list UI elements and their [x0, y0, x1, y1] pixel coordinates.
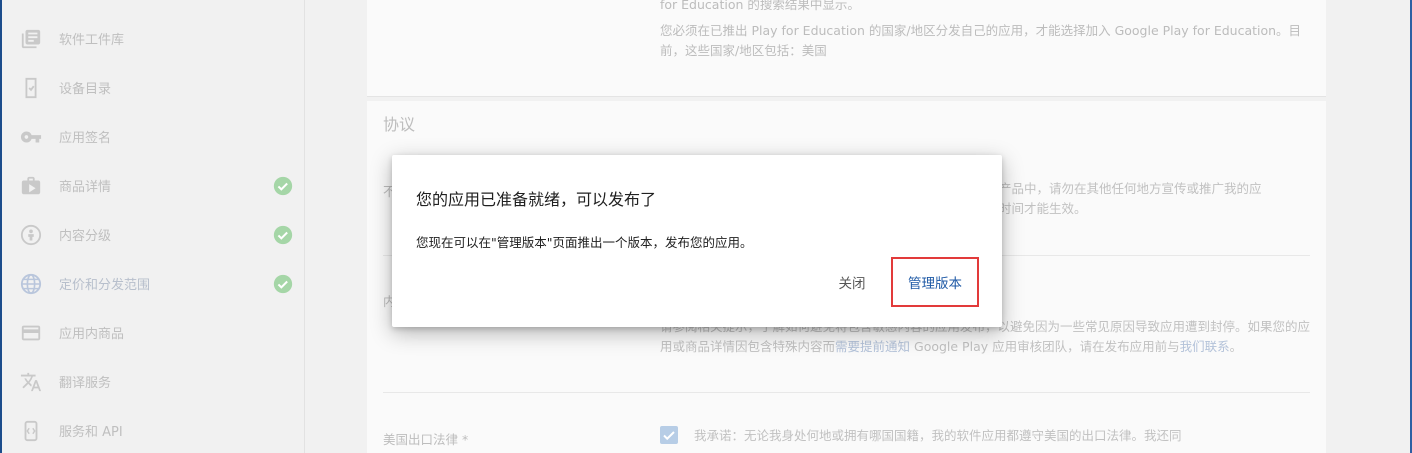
sidebar-item-content-rating[interactable]: 内容分级 — [0, 210, 304, 259]
education-text-2: 您必须在已推出 Play for Education 的国家/地区分发自己的应用… — [660, 23, 1302, 58]
dialog-body: 您现在可以在"管理版本"页面推出一个版本，发布您的应用。 — [416, 235, 753, 250]
translate-icon — [20, 371, 42, 393]
services-api-icon — [20, 420, 42, 442]
sidebar-item-artifact-library[interactable]: 软件工件库 — [0, 14, 304, 63]
sidebar-item-label: 翻译服务 — [59, 376, 112, 391]
library-icon — [20, 28, 42, 50]
agreement-row-text-line1: 产品中，请勿在其他任何地方宣传或推广我的应 — [999, 181, 1262, 196]
sidebar-item-label: 设备目录 — [59, 82, 112, 97]
sidebar-item-services-api[interactable]: 服务和 API — [0, 406, 304, 453]
device-catalog-icon — [20, 77, 42, 99]
store-listing-icon — [20, 175, 42, 197]
sidebar-item-label: 商品详情 — [59, 180, 112, 195]
sidebar-item-in-app-products[interactable]: 应用内商品 — [0, 308, 304, 357]
sidebar-item-label: 应用签名 — [59, 131, 112, 146]
close-button[interactable]: 关闭 — [826, 257, 878, 307]
education-text-1: for Education 的搜索结果中显示。 — [660, 0, 860, 12]
in-app-products-icon — [20, 322, 42, 344]
sidebar-item-app-signing[interactable]: 应用签名 — [0, 112, 304, 161]
sidebar-item-label: 内容分级 — [59, 229, 112, 244]
check-circle-icon — [273, 176, 293, 196]
window-frame-left — [0, 0, 2, 453]
content-rating-icon — [20, 224, 42, 246]
sidebar-item-label: 定价和分发范围 — [59, 278, 151, 293]
app-window: 软件工件库 设备目录 应用签名 商品详情 内容分级 定价和分发范围 应用内商品 … — [0, 0, 1412, 453]
sidebar: 软件工件库 设备目录 应用签名 商品详情 内容分级 定价和分发范围 应用内商品 … — [0, 0, 305, 453]
sidebar-item-store-listing[interactable]: 商品详情 — [0, 161, 304, 210]
agreement-title: 协议 — [383, 115, 416, 134]
sidebar-item-label: 服务和 API — [59, 425, 123, 440]
sidebar-item-translation[interactable]: 翻译服务 — [0, 357, 304, 406]
content-guidelines-text-c: 。 — [1229, 339, 1243, 354]
sidebar-item-label: 应用内商品 — [59, 327, 125, 342]
key-icon — [20, 126, 42, 148]
export-law-text: 我承诺：无论我身处何地或拥有哪国国籍，我的软件应用都遵守美国的出口法律。我还同 — [694, 428, 1182, 443]
sidebar-item-label: 软件工件库 — [59, 33, 125, 48]
publish-ready-dialog: 您的应用已准备就绪，可以发布了 您现在可以在"管理版本"页面推出一个版本，发布您… — [392, 155, 1002, 327]
sidebar-item-pricing-distribution[interactable]: 定价和分发范围 — [0, 259, 304, 308]
content-guidelines-text-b: Google Play 应用审核团队，请在发布应用前与 — [910, 339, 1180, 354]
dialog-title: 您的应用已准备就绪，可以发布了 — [416, 190, 657, 209]
divider — [383, 392, 1310, 393]
agreement-row-text: 产品中，请勿在其他任何地方宣传或推广我的应 时间才能生效。 — [999, 179, 1319, 219]
export-law-label: 美国出口法律 * — [383, 432, 469, 447]
check-circle-icon — [273, 225, 293, 245]
check-circle-icon — [273, 274, 293, 294]
manage-releases-button[interactable]: 管理版本 — [891, 257, 979, 307]
contact-us-link[interactable]: 我们联系 — [1180, 339, 1230, 354]
education-card: for Education 的搜索结果中显示。 您必须在已推出 Play for… — [367, 0, 1326, 97]
advance-notice-link[interactable]: 需要提前通知 — [835, 339, 910, 354]
globe-icon — [20, 273, 42, 295]
export-law-checkbox[interactable] — [660, 426, 678, 444]
sidebar-item-device-catalog[interactable]: 设备目录 — [0, 63, 304, 112]
agreement-row-text-line2: 时间才能生效。 — [999, 201, 1087, 216]
